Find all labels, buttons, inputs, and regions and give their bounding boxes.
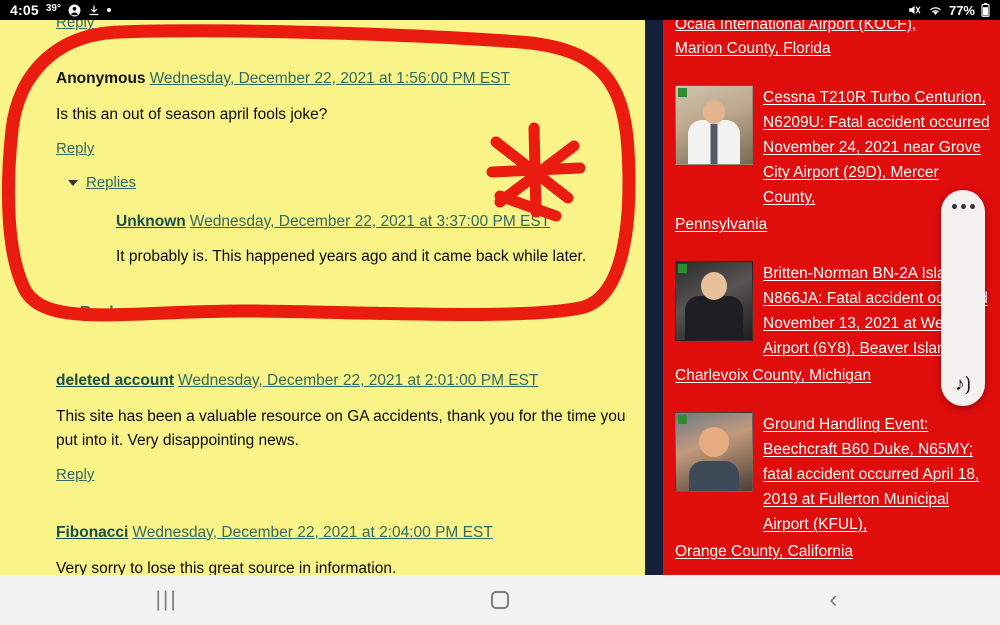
reply-timestamp[interactable]: Wednesday, December 22, 2021 at 3:37:00 … [190,213,550,230]
reply-link[interactable]: Reply [56,466,94,483]
phone-screen: 4:05 39° 77% Reply Anonymous Wednesday, … [0,0,1000,625]
reply-link[interactable]: Reply [56,140,94,157]
battery-percent: 77% [948,2,975,18]
sidebar-cut-off-tail[interactable]: Marion County, Florida [675,36,994,61]
thumbnail-badge-icon [678,415,687,424]
comment-body: Is this an out of season april fools jok… [56,106,328,123]
android-navigation-bar: ||| ‹ [0,575,1000,625]
status-bar-right: 77% [907,3,990,18]
replies-label[interactable]: Replies [86,174,136,191]
comment-header: Anonymous Wednesday, December 22, 2021 at… [56,68,635,90]
music-note-icon[interactable]: ♪⟯ [955,375,971,394]
status-temperature: 39° [45,2,61,14]
wifi-icon [928,4,943,17]
floating-overlay-pill[interactable]: ♪⟯ [941,190,985,406]
comment-body: Very sorry to lose this great source in … [56,560,397,575]
thumbnail-face-shape [699,427,729,457]
dot-icon [106,8,111,12]
battery-icon [981,3,990,17]
comment-header: deleted account Wednesday, December 22, 2… [56,370,635,392]
back-button[interactable]: ‹ [667,588,1000,612]
comment-timestamp[interactable]: Wednesday, December 22, 2021 at 2:01:00 … [178,372,538,389]
reply-link-nested[interactable]: Reply [80,304,122,322]
home-button[interactable] [333,591,666,609]
comment-timestamp[interactable]: Wednesday, December 22, 2021 at 1:56:00 … [150,70,510,87]
home-icon[interactable] [490,591,509,609]
thumbnail-badge-icon [678,88,687,97]
sidebar-post[interactable]: Ground Handling Event: Beechcraft B60 Du… [675,412,994,537]
thumbnail-body-shape [689,461,739,491]
sidebar-cut-off-headline[interactable]: Ocala International Airport (KOCF), [675,20,994,34]
download-icon [88,4,100,17]
chevron-down-icon[interactable] [68,179,78,186]
column-gap [645,20,663,575]
recents-icon[interactable]: ||| [155,588,177,612]
post-thumbnail-image [675,85,753,165]
thumbnail-face-shape [701,272,727,300]
comment-deleted-account: deleted account Wednesday, December 22, 2… [8,370,635,484]
thumbnail-body-shape [685,296,743,340]
back-icon[interactable]: ‹ [829,588,837,612]
comment-fibonacci: Fibonacci Wednesday, December 22, 2021 at… [8,522,635,575]
cut-off-reply-link[interactable]: Reply [56,20,94,31]
post-thumbnail-image [675,412,753,492]
reply-header: Unknown Wednesday, December 22, 2021 at 3… [116,211,635,233]
replies-toggle[interactable]: Replies [68,174,635,191]
recents-button[interactable]: ||| [0,588,333,612]
comment-author[interactable]: deleted account [56,372,174,389]
comment-author[interactable]: Fibonacci [56,524,128,541]
post-title[interactable]: Ground Handling Event: Beechcraft B60 Du… [763,412,994,537]
thumbnail-tie-shape [710,124,718,164]
status-bar-left: 4:05 39° [10,2,111,18]
thumbnail-face-shape [703,100,725,124]
post-thumbnail-image [675,261,753,341]
comments-column: Reply Anonymous Wednesday, December 22, 2… [0,20,645,575]
comment-anonymous: Anonymous Wednesday, December 22, 2021 at… [8,68,635,322]
comment-author: Anonymous [56,70,146,87]
status-bar: 4:05 39° 77% [0,0,1000,20]
replies-section: Replies Unknown Wednesday, December 22, 2… [56,174,635,322]
status-time: 4:05 [10,2,39,18]
person-icon [68,4,81,17]
volume-mute-icon [907,3,922,17]
thumbnail-badge-icon [678,264,687,273]
post-title-tail[interactable]: Orange County, California [675,539,994,564]
three-dots-icon[interactable] [951,204,975,209]
page-viewport: Reply Anonymous Wednesday, December 22, 2… [0,20,1000,575]
comment-body: This site has been a valuable resource o… [56,408,626,449]
reply-body: It probably is. This happened years ago … [116,248,587,265]
reply-unknown: Unknown Wednesday, December 22, 2021 at 3… [68,211,635,269]
comment-timestamp[interactable]: Wednesday, December 22, 2021 at 2:04:00 … [132,524,492,541]
reply-author[interactable]: Unknown [116,213,186,230]
comment-header: Fibonacci Wednesday, December 22, 2021 at… [56,522,635,544]
sidebar-post[interactable]: Cessna T210R Turbo Centurion, N6209U: Fa… [675,85,994,210]
